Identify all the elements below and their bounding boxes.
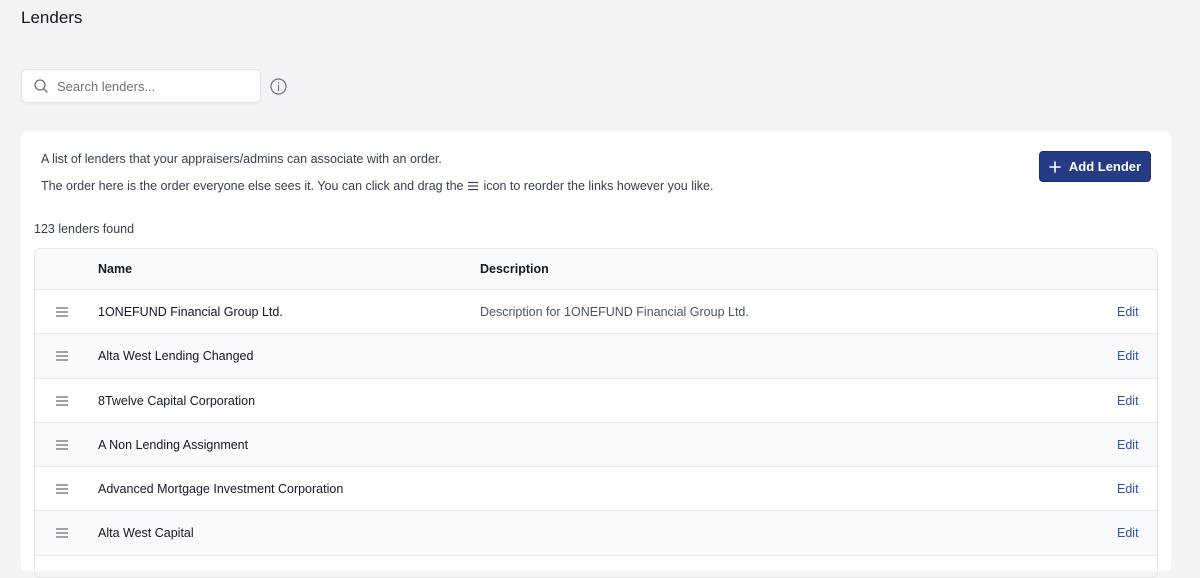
column-header-name: Name (98, 262, 133, 276)
reorder-hint-after: icon to reorder the links however you li… (483, 179, 714, 193)
search-field[interactable] (21, 69, 261, 103)
drag-handle-icon[interactable] (55, 482, 69, 496)
table-row: Alta West Lending Changed Edit (35, 334, 1157, 379)
lender-name: Advanced Mortgage Investment Corporation (98, 482, 344, 497)
lender-name: Alta West Lending Changed (98, 349, 254, 364)
reorder-hint: The order here is the order everyone els… (41, 179, 713, 193)
intro-text: A list of lenders that your appraisers/a… (41, 152, 442, 166)
drag-handle-icon[interactable] (55, 305, 69, 319)
lender-description: Description for 1ONEFUND Financial Group… (480, 305, 749, 319)
plus-icon (1049, 160, 1061, 173)
add-lender-label: Add Lender (1068, 159, 1142, 174)
search-icon (33, 78, 49, 94)
drag-handle-icon[interactable] (55, 438, 69, 452)
drag-handle-icon[interactable] (55, 526, 69, 540)
edit-link[interactable]: Edit (1117, 349, 1139, 363)
table-header: Name Description (35, 249, 1157, 290)
edit-link[interactable]: Edit (1117, 305, 1139, 319)
page-title: Lenders (21, 8, 83, 27)
lender-name: 1ONEFUND Financial Group Ltd. (98, 305, 283, 319)
edit-link[interactable]: Edit (1117, 394, 1139, 408)
lender-name: A Non Lending Assignment (98, 437, 249, 452)
lenders-card: A list of lenders that your appraisers/a… (21, 131, 1171, 578)
drag-handle-icon[interactable] (55, 349, 69, 363)
lenders-table: Name Description 1ONEFUND Financial Grou… (34, 248, 1158, 578)
results-count: 123 lenders found (34, 222, 135, 236)
search-input[interactable] (57, 78, 247, 94)
info-icon[interactable] (270, 78, 287, 95)
edit-link[interactable]: Edit (1117, 438, 1139, 452)
edit-link[interactable]: Edit (1117, 526, 1139, 540)
lender-name: Alta West Capital (98, 526, 194, 541)
add-lender-button[interactable]: Add Lender (1039, 151, 1151, 182)
menu-icon (467, 181, 479, 191)
table-row: Alta West Capital Edit (35, 511, 1157, 556)
table-row: Advanced Mortgage Investment Corporation… (35, 467, 1157, 512)
edit-link[interactable]: Edit (1117, 482, 1139, 496)
table-row: A Non Lending Assignment Edit (35, 422, 1157, 468)
table-row: 1ONEFUND Financial Group Ltd. Description… (35, 290, 1157, 335)
reorder-hint-before: The order here is the order everyone els… (41, 179, 464, 193)
drag-handle-icon[interactable] (55, 394, 69, 408)
column-header-description: Description (480, 262, 549, 276)
table-row: 8Twelve Capital Corporation Edit (35, 379, 1157, 423)
table-body: 1ONEFUND Financial Group Ltd. Description… (35, 290, 1157, 556)
lender-name: 8Twelve Capital Corporation (98, 393, 256, 408)
